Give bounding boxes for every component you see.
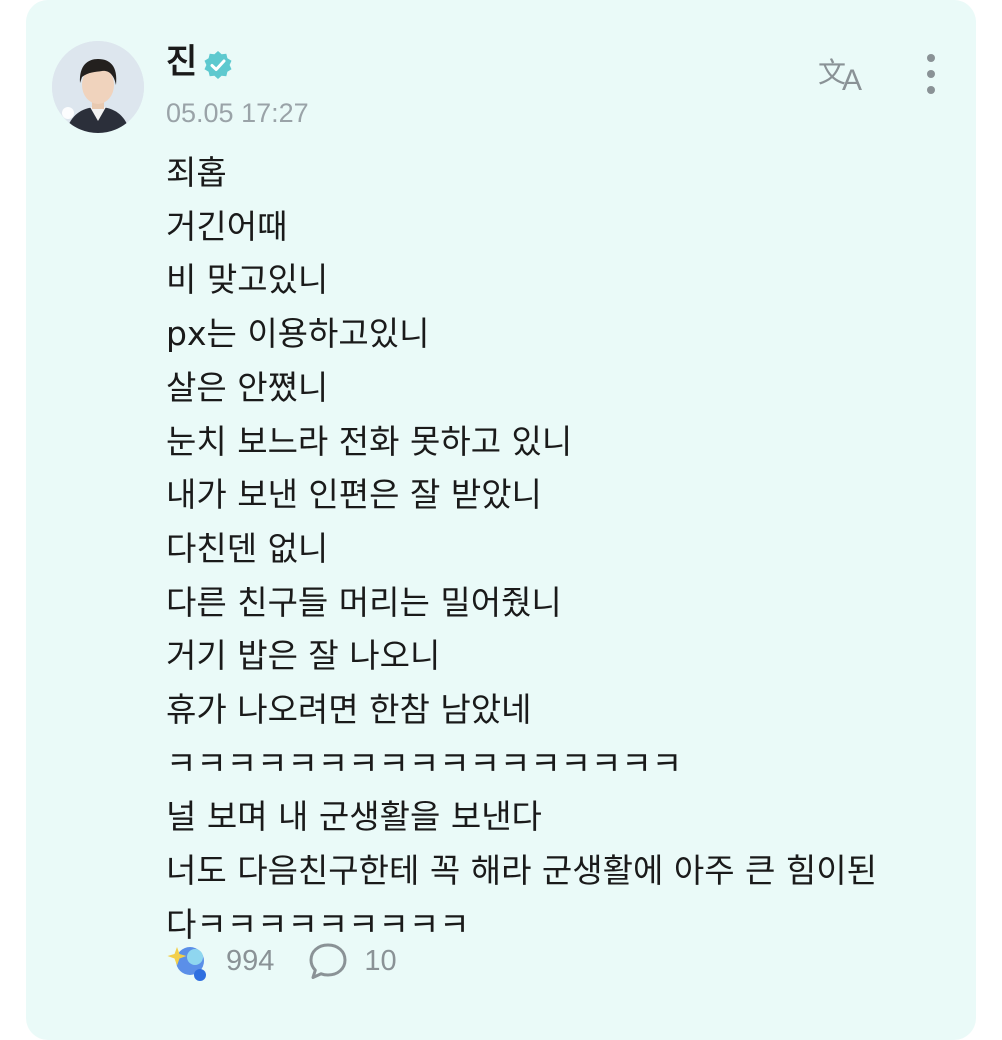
svg-text:A: A <box>842 64 862 94</box>
more-vertical-icon <box>927 54 935 94</box>
profile-photo <box>52 41 144 133</box>
comment-bubble-icon <box>309 943 347 979</box>
post-line: px는 이용하고있니 <box>166 314 430 354</box>
post-line: 널 보며 내 군생활을 보낸다 <box>166 797 542 837</box>
post-line: ㅋㅋㅋㅋㅋㅋㅋㅋㅋㅋㅋㅋㅋㅋㅋㅋㅋ <box>166 743 683 783</box>
post-line: 다른 친구들 머리는 밀어줬니 <box>166 582 562 622</box>
post-line: 거긴어때 <box>166 206 288 246</box>
comment-button[interactable]: 10 <box>308 941 397 981</box>
verified-badge-icon <box>204 51 232 79</box>
sparkle-reaction-icon <box>167 947 206 981</box>
author-name[interactable]: 진 <box>166 40 197 84</box>
post-line: 죄홉 <box>166 153 227 192</box>
post-timestamp: 05.05 17:27 <box>166 98 309 128</box>
post-body: 죄홉 거긴어때 비 맞고있니 px는 이용하고있니 살은 안쪘니 눈치 보느라 … <box>166 146 956 952</box>
post-line: 거기 밥은 잘 나오니 <box>166 636 441 676</box>
more-options-button[interactable] <box>916 50 946 98</box>
post-line: 다친덴 없니 <box>166 528 329 568</box>
post-line: 너도 다음친구한테 꼭 해라 군생활에 아주 큰 힘이된 <box>166 851 877 891</box>
post-footer: 994 10 <box>166 936 397 986</box>
post-line: 살은 안쪘니 <box>166 367 329 407</box>
comment-count: 10 <box>364 944 397 977</box>
like-button[interactable]: 994 <box>166 939 274 983</box>
post-line: 휴가 나오려면 한참 남았네 <box>166 690 532 730</box>
translate-button[interactable]: 文 A <box>818 50 870 97</box>
like-count: 994 <box>226 944 275 977</box>
post-line: 비 맞고있니 <box>166 260 329 300</box>
post-line: 내가 보낸 인편은 잘 받았니 <box>166 475 542 515</box>
author-avatar[interactable] <box>52 41 144 133</box>
translate-icon: 文 A <box>818 56 862 97</box>
post-line: 눈치 보느라 전화 못하고 있니 <box>166 421 573 461</box>
